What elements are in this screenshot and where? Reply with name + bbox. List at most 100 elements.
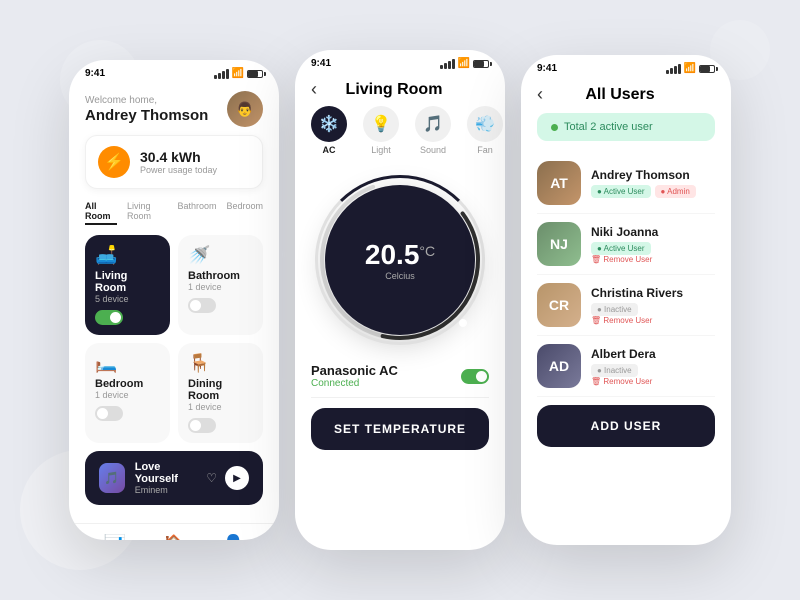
living-room-nav: ‹ Living Room (295, 73, 505, 106)
battery-icon-2 (473, 60, 489, 68)
user-item-christina: CR Christina Rivers ● Inactive 🗑 Remove … (537, 275, 715, 336)
bottom-nav: 📊 🏠 👤 (69, 523, 279, 540)
user-info-christina: Christina Rivers ● Inactive 🗑 Remove Use… (591, 286, 683, 325)
user-name-albert: Albert Dera (591, 347, 656, 361)
profile-nav[interactable]: 👤 (222, 534, 244, 540)
user-item-andrey: AT Andrey Thomson ● Active User ● Admin (537, 153, 715, 214)
users-header: ‹ All Users (521, 78, 731, 113)
dining-toggle[interactable] (188, 418, 216, 433)
ac-status: Connected (311, 378, 398, 389)
home-header: Welcome home, Andrey Thomson 👨 (69, 83, 279, 135)
inactive-tag-christina: ● Inactive (591, 303, 638, 316)
user-avatar-andrey: AT (537, 161, 581, 205)
avatar: 👨 (227, 91, 263, 127)
room-card-living[interactable]: 🛋️ Living Room 5 device (85, 235, 170, 335)
music-info: Love Yourself Eminem (135, 461, 197, 495)
living-room-icon: 🛋️ (95, 245, 160, 266)
status-bar-1: 9:41 📶 (69, 60, 279, 83)
device-tab-light[interactable]: 💡 Light (363, 106, 399, 155)
music-bar: 🎵 Love Yourself Eminem ♡ ▶ (85, 451, 263, 505)
temp-unit: °C (419, 243, 435, 259)
temp-dot (459, 319, 467, 327)
home-nav[interactable]: 🏠 (163, 534, 185, 540)
living-room-name: Living Room (95, 270, 160, 294)
thermostat-display[interactable]: 20.5 °C Celcius (325, 185, 475, 335)
bedroom-devices: 1 device (95, 390, 160, 400)
rooms-grid: 🛋️ Living Room 5 device 🚿 Bathroom 1 dev… (85, 235, 263, 443)
thermostat-container: 20.5 °C Celcius (295, 175, 505, 345)
status-bar-2: 9:41 📶 (295, 50, 505, 73)
wifi-icon: 📶 (232, 68, 244, 79)
device-tab-fan[interactable]: 💨 Fan (467, 106, 503, 155)
inactive-tag-albert: ● Inactive (591, 364, 638, 377)
home-content: ⚡ 30.4 kWh Power usage today All Room Li… (69, 135, 279, 517)
ac-name: Panasonic AC (311, 363, 398, 378)
sound-label: Sound (420, 145, 446, 155)
analytics-nav[interactable]: 📊 (103, 534, 125, 540)
bedroom-name: Bedroom (95, 378, 160, 390)
fan-label: Fan (477, 145, 493, 155)
ac-info: Panasonic AC Connected (311, 363, 398, 389)
tab-all-room[interactable]: All Room (85, 201, 117, 225)
user-name-niki: Niki Joanna (591, 225, 658, 239)
bathroom-name: Bathroom (188, 270, 253, 282)
bedroom-icon: 🛏️ (95, 353, 160, 374)
bedroom-toggle[interactable] (95, 406, 123, 421)
heart-icon[interactable]: ♡ (206, 471, 217, 485)
ac-toggle[interactable] (461, 369, 489, 384)
set-temperature-button[interactable]: SET TEMPERATURE (311, 408, 489, 450)
user-avatar-niki: NJ (537, 222, 581, 266)
users-title: All Users (543, 86, 697, 104)
device-tab-ac[interactable]: ❄️ AC (311, 106, 347, 155)
room-card-bedroom[interactable]: 🛏️ Bedroom 1 device (85, 343, 170, 443)
device-tab-sound[interactable]: 🎵 Sound (415, 106, 451, 155)
status-icons-1: 📶 (214, 68, 263, 79)
time-1: 9:41 (85, 68, 105, 79)
tab-bedroom[interactable]: Bedroom (226, 201, 263, 225)
status-icons-3: 📶 (666, 63, 715, 74)
active-users-badge: Total 2 active user (537, 113, 715, 141)
user-tags-christina: ● Inactive (591, 303, 683, 316)
welcome-text: Welcome home, (85, 95, 208, 106)
living-room-screen: 9:41 📶 ‹ Living Room ❄️ AC (295, 50, 505, 550)
user-tags-niki: ● Active User (591, 242, 658, 255)
dining-room-devices: 1 device (188, 402, 253, 412)
user-name: Andrey Thomson (85, 107, 208, 124)
bathroom-toggle[interactable] (188, 298, 216, 313)
living-room-title: Living Room (317, 81, 471, 99)
users-screen: 9:41 📶 ‹ All Users Total 2 active user (521, 55, 731, 545)
user-info-albert: Albert Dera ● Inactive 🗑 Remove User (591, 347, 656, 386)
signal-icon-3 (666, 64, 681, 74)
user-info-niki: Niki Joanna ● Active User 🗑 Remove User (591, 225, 658, 264)
wifi-icon-3: 📶 (684, 63, 696, 74)
living-room-toggle[interactable] (95, 310, 123, 325)
remove-user-niki[interactable]: 🗑 Remove User (591, 255, 658, 264)
remove-user-albert[interactable]: 🗑 Remove User (591, 377, 656, 386)
fan-icon: 💨 (467, 106, 503, 142)
room-tabs: All Room Living Room Bathroom Bedroom (85, 201, 263, 225)
wifi-icon-2: 📶 (458, 58, 470, 69)
tab-living-room[interactable]: Living Room (127, 201, 167, 225)
sound-icon: 🎵 (415, 106, 451, 142)
temp-value: 20.5 (365, 239, 420, 271)
active-dot (551, 124, 558, 131)
room-card-dining[interactable]: 🪑 Dining Room 1 device (178, 343, 263, 443)
user-greeting: Welcome home, Andrey Thomson (85, 95, 208, 124)
temp-display: 20.5 °C (365, 239, 435, 271)
light-label: Light (371, 145, 391, 155)
power-label: Power usage today (140, 165, 217, 175)
room-card-bathroom[interactable]: 🚿 Bathroom 1 device (178, 235, 263, 335)
dining-icon: 🪑 (188, 353, 253, 374)
admin-tag: ● Admin (655, 185, 696, 198)
add-user-button[interactable]: ADD USER (537, 405, 715, 447)
power-card: ⚡ 30.4 kWh Power usage today (85, 135, 263, 189)
tab-bathroom[interactable]: Bathroom (177, 201, 216, 225)
play-button[interactable]: ▶ (225, 466, 249, 490)
bathroom-icon: 🚿 (188, 245, 253, 266)
user-info-andrey: Andrey Thomson ● Active User ● Admin (591, 168, 696, 198)
user-avatar-christina: CR (537, 283, 581, 327)
power-icon: ⚡ (98, 146, 130, 178)
remove-user-christina[interactable]: 🗑 Remove User (591, 316, 683, 325)
status-icons-2: 📶 (440, 58, 489, 69)
ac-icon: ❄️ (311, 106, 347, 142)
